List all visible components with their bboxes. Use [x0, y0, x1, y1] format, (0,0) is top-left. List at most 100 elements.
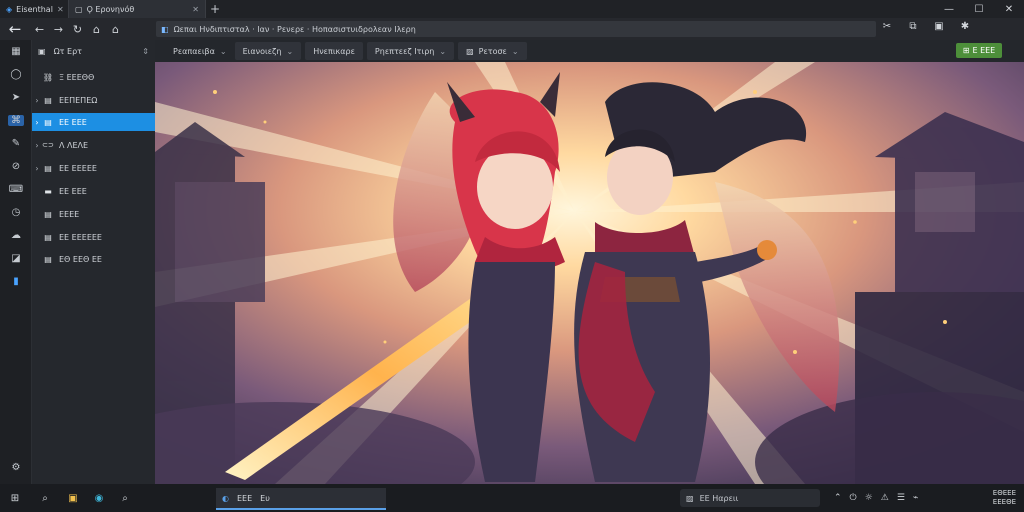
- browser-logo-icon: ◈: [6, 4, 13, 14]
- bookmark-item[interactable]: ▨ Ρετοσε ⌄: [458, 42, 527, 60]
- green-button-label: Ε ΕΕΕ: [972, 46, 996, 55]
- browser-app-icon[interactable]: ◉: [86, 484, 112, 512]
- sidebar-item-label: Λ ΛΕΛΕ: [59, 140, 89, 150]
- sidebar-item-label: ΕΕΕΕ: [59, 209, 80, 219]
- clock-date: ΕΕΕΘΕ: [992, 498, 1016, 506]
- camera-icon[interactable]: ◪: [8, 253, 24, 264]
- minimize-button[interactable]: —: [934, 4, 964, 15]
- tab-active[interactable]: ▢ Ϙ Ερονηνόθ ✕: [68, 0, 206, 18]
- sidebar-item-label: ΕΕΠΕΠΕΩ: [59, 95, 98, 105]
- sidebar-item[interactable]: › ▤ ΕΕΠΕΠΕΩ: [32, 91, 155, 109]
- running-app-button[interactable]: ◐ ΕΕΕ Ευ: [216, 488, 386, 510]
- chevron-down-icon: ⌄: [511, 46, 519, 56]
- sidebar-item-label: ΕΕ ΕΕΕ: [59, 186, 87, 196]
- bookmark-item[interactable]: Ειανοιεζη ⌄: [234, 42, 302, 60]
- send-icon[interactable]: ➤: [8, 92, 24, 103]
- brightness-icon[interactable]: ☼: [865, 493, 873, 503]
- sidebar-header[interactable]: ▣ Ωτ Ερτ ⇕: [32, 40, 155, 62]
- sidebar-item[interactable]: › ▤ ΕΕ ΕΕΕΕΕ: [32, 159, 155, 177]
- sidebar-item[interactable]: ▬ ΕΕ ΕΕΕ: [32, 182, 155, 200]
- sidebar-title: Ωτ Ερτ: [53, 46, 82, 56]
- taskbar-search-field[interactable]: ▨ ΕΕ Ηαρειι: [680, 489, 820, 507]
- bookmark-item[interactable]: Ηνεπικαρε: [305, 42, 363, 60]
- tray-chevron-icon[interactable]: ⌃: [834, 493, 842, 503]
- reload-button[interactable]: ↻: [68, 23, 87, 36]
- running-app-label-2: Ευ: [260, 493, 270, 503]
- tab-eisenthal[interactable]: ◈ Eisenthal ✕: [0, 0, 68, 18]
- expand-icon[interactable]: ›: [32, 141, 42, 150]
- maximize-button[interactable]: ☐: [964, 4, 994, 15]
- new-tab-button[interactable]: +: [206, 2, 224, 16]
- forward-button[interactable]: →: [49, 23, 68, 36]
- sidebar-item-label: ΕΘ ΕΕΘ ΕΕ: [59, 254, 102, 264]
- page-icon: ▢: [75, 4, 83, 14]
- sidebar-item-label: ΕΕ ΕΕΕΕΕ: [59, 163, 97, 173]
- book-icon[interactable]: ▮: [8, 276, 24, 287]
- sidebar-item[interactable]: › ⊂⊃ Λ ΛΕΛΕ: [32, 136, 155, 154]
- bookmark-item[interactable]: Ρεαπαειβα ⌄: [165, 42, 235, 60]
- sidebar-item[interactable]: ⛓ Ξ ΕΕΕΘΘ: [32, 68, 155, 86]
- pen-icon[interactable]: ✎: [8, 138, 24, 149]
- scissors-icon[interactable]: ✂: [880, 21, 894, 32]
- sidebar-item-selected[interactable]: › ▤ ΕΕ ΕΕΕ: [32, 113, 155, 131]
- file-explorer-icon[interactable]: ▣: [60, 484, 86, 512]
- close-tab-icon[interactable]: ✕: [57, 5, 64, 14]
- search-app-icon[interactable]: ⌕: [112, 484, 138, 512]
- title-bar: ◈ Eisenthal ✕ ▢ Ϙ Ερονηνόθ ✕ + — ☐ ✕: [0, 0, 1024, 18]
- running-app-label: ΕΕΕ: [236, 493, 253, 503]
- clock[interactable]: ΕΘΕΕΕ ΕΕΕΘΕ: [993, 489, 1016, 507]
- expand-icon[interactable]: ›: [32, 118, 42, 127]
- start-button[interactable]: ⊞: [0, 484, 30, 512]
- grid-icon[interactable]: ▦: [8, 46, 24, 57]
- system-tray: ⌃ ⏻ ☼ ⚠ ☰ ⌁: [834, 484, 918, 512]
- bookmark-item[interactable]: Ρηεπτεεζ Ιτιρη ⌄: [366, 42, 455, 60]
- search-icon[interactable]: ⌕: [30, 484, 60, 512]
- home-alt-button[interactable]: ⌂: [106, 23, 125, 36]
- menu-icon[interactable]: ☰: [897, 493, 905, 503]
- back-button[interactable]: ←: [30, 23, 49, 36]
- extension-icon[interactable]: ✱: [958, 21, 972, 32]
- clock-icon[interactable]: ◷: [8, 207, 24, 218]
- settings-icon[interactable]: ⚙: [8, 462, 24, 473]
- green-action-button[interactable]: ⊞ Ε ΕΕΕ: [956, 43, 1002, 58]
- link-icon: ⛓: [42, 72, 54, 82]
- chat-icon[interactable]: ◯: [8, 69, 24, 80]
- power-icon[interactable]: ⏻: [850, 493, 857, 503]
- link-chain-icon: ⊂⊃: [42, 141, 54, 149]
- document-icon: ▤: [44, 232, 52, 242]
- main-image-viewer: [155, 62, 1024, 484]
- window-controls: — ☐ ✕: [934, 4, 1024, 15]
- sidebar-item[interactable]: ▤ ΕΕ ΕΕΕΕΕΕ: [32, 228, 155, 246]
- document-icon: ▤: [44, 254, 52, 264]
- document-icon: ▤: [44, 209, 52, 219]
- chevron-updown-icon: ⇕: [142, 46, 149, 56]
- home-button[interactable]: ⌂: [87, 23, 106, 36]
- close-window-button[interactable]: ✕: [994, 4, 1024, 15]
- network-icon[interactable]: ⌘: [8, 115, 24, 126]
- image-icon: ▨: [466, 46, 474, 56]
- cloud-icon[interactable]: ☁: [8, 230, 24, 241]
- screenshot-icon[interactable]: ▣: [932, 21, 946, 32]
- puzzle-icon[interactable]: ⧉: [906, 21, 920, 32]
- terminal-icon[interactable]: ⌨: [8, 184, 24, 195]
- document-icon: ▤: [44, 163, 52, 173]
- chevron-down-icon: ⌄: [286, 46, 294, 56]
- bookmark-label: Ειανοιεζη: [242, 46, 282, 56]
- sidebar-item-label: ΕΕ ΕΕΕ: [59, 117, 87, 127]
- close-tab-icon[interactable]: ✕: [192, 5, 199, 14]
- back-arrow-icon[interactable]: ←: [0, 18, 30, 40]
- sidebar-item[interactable]: ▤ ΕΕΕΕ: [32, 205, 155, 223]
- sidebar: ▣ Ωτ Ερτ ⇕ ⛓ Ξ ΕΕΕΘΘ › ▤ ΕΕΠΕΠΕΩ › ▤ ΕΕ …: [32, 40, 155, 484]
- expand-icon[interactable]: ›: [32, 96, 42, 105]
- site-icon: ◧: [161, 24, 169, 34]
- bookmark-label: Ρετοσε: [478, 46, 507, 56]
- expand-icon[interactable]: ›: [32, 164, 42, 173]
- warning-icon[interactable]: ⚠: [881, 493, 889, 503]
- sidebar-item[interactable]: ▤ ΕΘ ΕΕΘ ΕΕ: [32, 250, 155, 268]
- network-icon[interactable]: ⌁: [913, 493, 918, 503]
- address-bar[interactable]: ◧ Ωεπαι Ηνδιπτισταλ · Ιαν · Ρενερε · Ηοπ…: [156, 21, 876, 37]
- bookmark-label: Ηνεπικαρε: [313, 46, 355, 56]
- tag-icon[interactable]: ⊘: [8, 161, 24, 172]
- folder-icon: ▣: [38, 46, 46, 56]
- sidebar-item-label: Ξ ΕΕΕΘΘ: [59, 72, 95, 82]
